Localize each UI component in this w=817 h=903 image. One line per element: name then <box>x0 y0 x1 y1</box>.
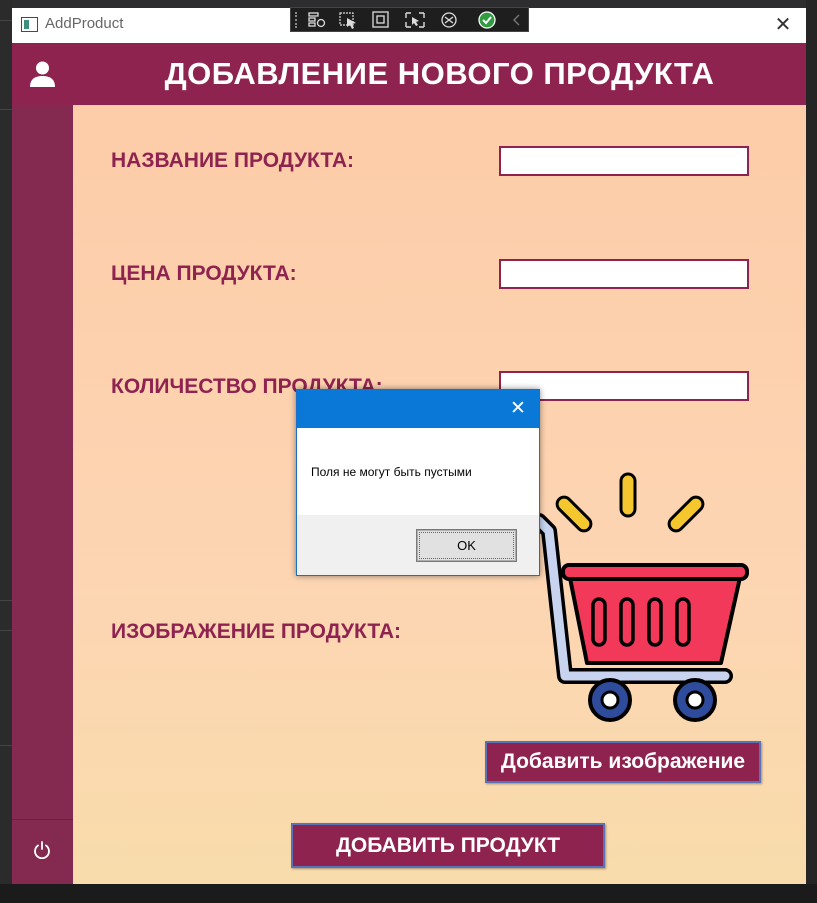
user-icon <box>30 61 55 87</box>
product-price-label: ЦЕНА ПРОДУКТА: <box>111 262 297 285</box>
window-close-button[interactable]: ✕ <box>768 11 798 39</box>
checkmark-circle-icon <box>478 11 496 29</box>
add-image-button[interactable]: Добавить изображение <box>485 741 761 783</box>
add-product-button[interactable]: ДОБАВИТЬ ПРОДУКТ <box>291 823 605 868</box>
debug-toolbar <box>290 7 529 32</box>
live-visual-tree-button[interactable] <box>305 10 329 30</box>
product-price-input[interactable] <box>499 259 749 289</box>
hot-reload-icon <box>441 12 457 28</box>
dialog-body: Поля не могут быть пустыми <box>297 428 539 515</box>
cursor-select-icon <box>339 12 356 29</box>
window-title: AddProduct <box>45 15 124 32</box>
chevron-left-icon <box>513 14 520 26</box>
visual-tree-icon <box>308 12 326 28</box>
ide-background-bottom <box>0 884 817 903</box>
select-element-button[interactable] <box>337 10 361 30</box>
display-adorners-button[interactable] <box>369 10 393 30</box>
dialog-message: Поля не могут быть пустыми <box>311 465 472 479</box>
product-name-input[interactable] <box>499 146 749 176</box>
dialog-ok-focus-rect <box>419 532 514 559</box>
track-focus-icon <box>405 12 425 28</box>
product-name-label: НАЗВАНИЕ ПРОДУКТА: <box>111 149 355 172</box>
page-title: ДОБАВЛЕНИЕ НОВОГО ПРОДУКТА <box>164 56 715 91</box>
ide-background-right <box>806 0 817 884</box>
power-icon <box>34 841 50 859</box>
dialog-titlebar[interactable]: ✕ <box>297 390 539 428</box>
track-focus-button[interactable] <box>403 10 427 30</box>
dialog-ok-button[interactable]: OK <box>416 529 517 562</box>
sidebar-user-button[interactable] <box>12 43 73 105</box>
error-dialog: ✕ Поля не могут быть пустыми OK <box>296 389 540 576</box>
sidebar-power-button[interactable] <box>12 819 73 881</box>
product-image-label: ИЗОБРАЖЕНИЕ ПРОДУКТА: <box>111 620 401 643</box>
ide-background-left <box>0 0 12 903</box>
sidebar <box>12 43 73 884</box>
adorner-icon <box>372 11 389 28</box>
dialog-close-button[interactable]: ✕ <box>503 396 533 422</box>
collapse-toolbar-button[interactable] <box>505 10 529 30</box>
binding-failures-button[interactable] <box>475 10 499 30</box>
shopping-cart-icon <box>535 472 749 722</box>
toolbar-grip-icon[interactable] <box>295 12 299 28</box>
app-icon <box>21 17 38 32</box>
hot-reload-button[interactable] <box>437 10 461 30</box>
page-header: ДОБАВЛЕНИЕ НОВОГО ПРОДУКТА <box>73 43 806 105</box>
